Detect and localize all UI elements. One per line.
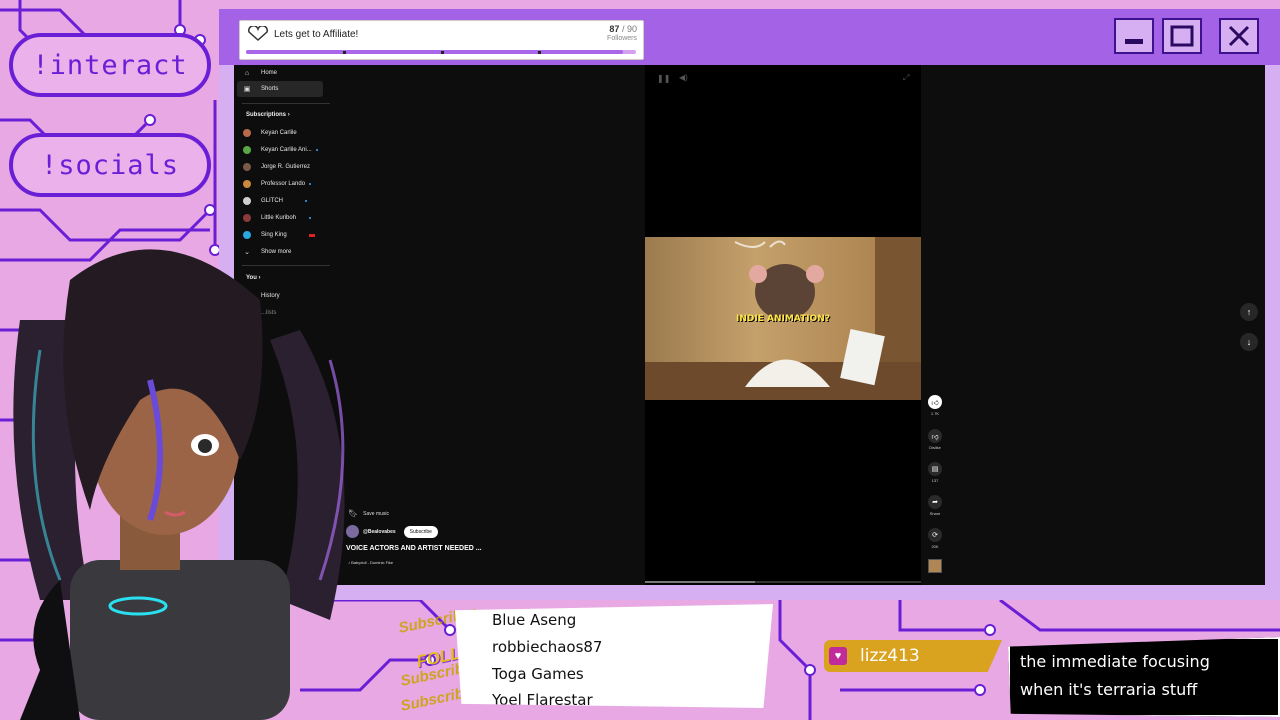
pause-icon[interactable]: ❚❚ xyxy=(657,74,670,83)
minimize-icon xyxy=(1125,39,1143,44)
goal-progress-fill xyxy=(246,50,624,54)
recent-events-list: Blue Aseng robbiechaos87 Toga Games Yoel… xyxy=(455,604,773,708)
event-name: Blue Aseng xyxy=(492,611,577,629)
chat-message-line: when it's terraria stuff xyxy=(1020,680,1198,699)
goal-progress-bar xyxy=(246,50,636,54)
heart-icon: ♥ xyxy=(829,647,847,665)
remix-icon: ⟳ xyxy=(928,528,942,542)
channel-avatar xyxy=(243,129,251,137)
dislike-label: Dislike xyxy=(929,445,941,450)
heart-icon xyxy=(248,26,268,42)
goal-unit: Followers xyxy=(607,35,637,42)
new-content-dot xyxy=(315,149,318,151)
goal-title: Lets get to Affiliate! xyxy=(274,29,359,40)
next-short-button[interactable]: ↓ xyxy=(1240,333,1258,351)
sidebar-item-label: Professor Lando xyxy=(261,181,306,187)
sidebar-item-sub[interactable]: Keyan Carlile Ani... xyxy=(243,146,318,154)
interact-command-pill: !interact xyxy=(9,33,211,97)
close-icon xyxy=(1228,25,1250,47)
subscriptions-header[interactable]: Subscriptions › xyxy=(246,112,290,118)
goal-count: 87 / 90 xyxy=(609,24,637,34)
video-progress-fill xyxy=(645,581,756,583)
new-content-dot xyxy=(309,183,312,185)
previous-short-button[interactable]: ↑ xyxy=(1240,303,1258,321)
window-right-border xyxy=(1265,65,1280,600)
thumbs-up-icon: 👍︎ xyxy=(928,395,942,409)
maximize-button[interactable] xyxy=(1162,18,1202,54)
socials-command-pill: !socials xyxy=(9,133,211,197)
goal-tick xyxy=(441,51,444,54)
chevron-right-icon: › xyxy=(287,112,290,118)
like-button[interactable]: 👍︎ 1.7K xyxy=(926,395,944,416)
divider xyxy=(242,103,330,104)
sidebar-item-label: Jorge R. Gutierrez xyxy=(261,164,311,170)
remix-count: 20K xyxy=(931,544,939,549)
fullscreen-icon[interactable]: ⤢ xyxy=(903,73,909,83)
channel-avatar xyxy=(243,163,251,171)
volume-icon[interactable]: ◀) xyxy=(679,73,688,82)
share-label: Share xyxy=(929,511,941,516)
chat-message-line: the immediate focusing xyxy=(1020,652,1210,671)
sidebar-item-sub[interactable]: Jorge R. Gutierrez xyxy=(243,163,310,171)
goal-tick xyxy=(538,51,541,54)
sound-thumbnail[interactable] xyxy=(928,559,942,573)
arrow-up-icon: ↑ xyxy=(1246,307,1252,317)
sidebar-item-home[interactable]: ⌂ Home xyxy=(243,69,277,77)
captured-browser-screen: ⌂ Home ▣ Shorts Subscriptions › Keyan Ca… xyxy=(234,65,1265,585)
thumbs-down-icon: 👎︎ xyxy=(928,429,942,443)
channel-avatar xyxy=(243,180,251,188)
sidebar-item-label: Home xyxy=(261,70,278,76)
remix-button[interactable]: ⟳ 20K xyxy=(926,528,944,549)
sidebar-item-sub[interactable]: Keyan Carlile xyxy=(243,129,297,137)
goal-tick xyxy=(343,51,346,54)
goal-target: 90 xyxy=(626,24,637,34)
follower-goal-widget: Lets get to Affiliate! 87 / 90 Followers xyxy=(239,20,644,60)
subscribe-button[interactable]: Subscribe xyxy=(403,525,438,538)
video-progress-track[interactable] xyxy=(645,581,921,583)
short-video-frame[interactable]: INDIE ANIMATION? xyxy=(645,237,921,400)
arrow-down-icon: ↓ xyxy=(1246,337,1252,347)
goal-separator: / xyxy=(621,24,625,34)
home-icon: ⌂ xyxy=(244,69,250,77)
vtuber-avatar xyxy=(0,200,380,720)
sidebar-item-label: Keyan Carlile xyxy=(261,130,297,136)
minimize-button[interactable] xyxy=(1114,18,1154,54)
goal-current: 87 xyxy=(609,24,620,34)
chat-message-box: the immediate focusing when it's terrari… xyxy=(1008,637,1280,717)
chat-username-badge: ♥ lizz413 xyxy=(824,640,1002,672)
event-name: robbiechaos87 xyxy=(492,638,603,656)
maximize-icon xyxy=(1170,25,1194,47)
like-count: 1.7K xyxy=(930,411,940,416)
comment-count: 137 xyxy=(931,478,939,483)
subscriptions-header-label: Subscriptions xyxy=(246,112,287,118)
video-caption: INDIE ANIMATION? xyxy=(736,314,830,324)
share-button[interactable]: ➦ Share xyxy=(926,495,944,516)
sidebar-item-label: Shorts xyxy=(261,86,279,92)
socials-command-label: !socials xyxy=(40,149,180,181)
shorts-icon: ▣ xyxy=(243,86,251,93)
channel-avatar xyxy=(243,146,251,154)
sidebar-item-shorts[interactable]: ▣ Shorts xyxy=(243,85,279,93)
event-name: Toga Games xyxy=(492,665,584,683)
close-button[interactable] xyxy=(1219,18,1259,54)
sidebar-item-sub[interactable]: Professor Lando xyxy=(243,180,312,188)
interact-command-label: !interact xyxy=(32,49,188,81)
comments-button[interactable]: ▤ 137 xyxy=(926,462,944,483)
dislike-button[interactable]: 👎︎ Dislike xyxy=(926,429,944,450)
chat-username: lizz413 xyxy=(860,646,920,666)
sidebar-item-label: Keyan Carlile Ani... xyxy=(261,147,312,153)
comment-icon: ▤ xyxy=(928,462,942,476)
share-icon: ➦ xyxy=(928,495,942,509)
